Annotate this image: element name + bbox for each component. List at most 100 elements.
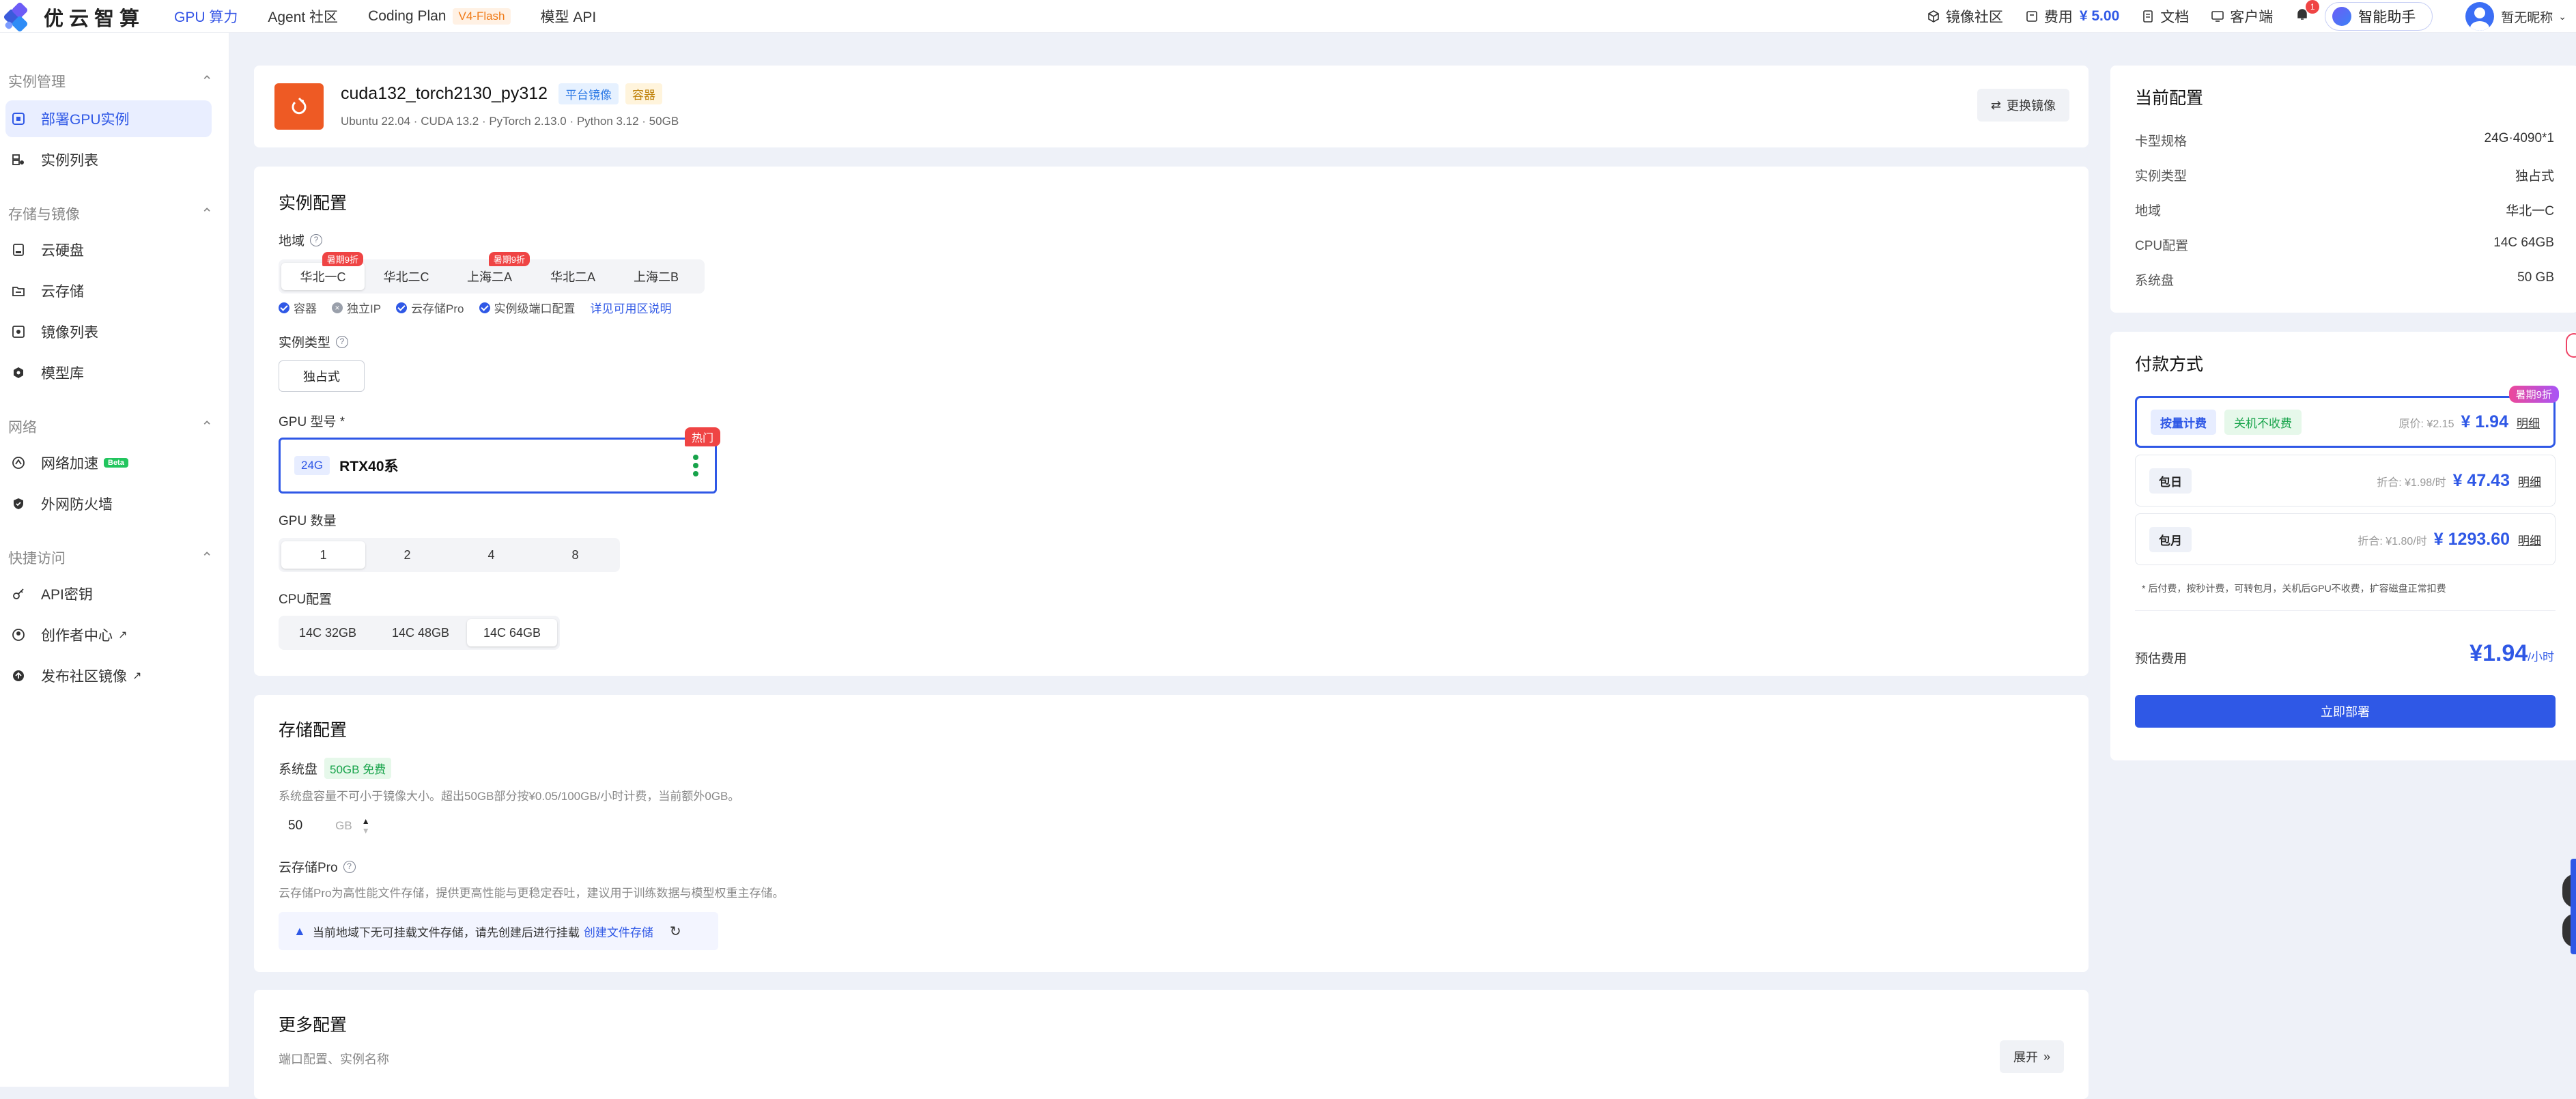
docs-link[interactable]: 文档 — [2141, 6, 2189, 27]
feature-storage-pro: 云存储Pro — [396, 299, 464, 316]
help-icon: ? — [343, 860, 356, 873]
ai-assistant-button[interactable]: 智能助手 — [2325, 2, 2433, 31]
cpu-option[interactable]: 14C 48GB — [374, 619, 467, 646]
client-link[interactable]: 客户端 — [2211, 6, 2273, 27]
pay-option-daily[interactable]: 包日 折合: ¥1.98/时 ¥ 47.43 明细 — [2135, 455, 2556, 506]
gpu-count-option[interactable]: 1 — [281, 541, 365, 569]
cpu-config-label: CPU配置 — [279, 593, 332, 607]
cross-icon: × — [332, 302, 343, 313]
sidebar-item-model-library[interactable]: 模型库 — [5, 354, 212, 391]
region-option[interactable]: 华北一C 暑期9折 — [281, 252, 365, 290]
feedback-float-icon[interactable] — [2566, 333, 2576, 358]
monitor-icon — [2211, 11, 2224, 22]
notification-count: 1 — [2306, 0, 2320, 14]
gpu-count-option[interactable]: 4 — [449, 541, 533, 569]
change-image-button[interactable]: ⇄ 更换镜像 — [1977, 89, 2069, 122]
deploy-button[interactable]: 立即部署 — [2135, 695, 2556, 728]
folder-icon — [11, 283, 26, 298]
sidebar-group-instances[interactable]: 实例管理 ⌃ — [8, 71, 213, 91]
chevron-up-icon: ⌃ — [201, 550, 213, 566]
chevron-up-icon: ⌃ — [201, 73, 213, 89]
gpu-count-selector: 1 2 4 8 — [279, 538, 620, 572]
pay-option-monthly[interactable]: 包月 折合: ¥1.80/时 ¥ 1293.60 明细 — [2135, 513, 2556, 565]
sidebar-group-network[interactable]: 网络 ⌃ — [8, 416, 213, 437]
pay-option-hourly[interactable]: 按量计费 关机不收费 原价: ¥2.15 ¥ 1.94 明细 暑期9折 — [2135, 386, 2559, 448]
gpu-count-label: GPU 数量 — [279, 514, 337, 528]
gpu-count-option[interactable]: 8 — [533, 541, 617, 569]
sidebar-item-network-accel[interactable]: 网络加速 Beta — [5, 444, 212, 481]
region-option[interactable]: 华北二A — [531, 263, 614, 290]
create-storage-link[interactable]: 创建文件存储 — [584, 923, 653, 940]
region-option[interactable]: 上海二A 暑期9折 — [448, 252, 531, 290]
nav-model-api[interactable]: 模型 API — [541, 0, 597, 33]
external-link-icon: ↗ — [132, 670, 142, 682]
user-menu[interactable]: 暂无昵称 ⌄ — [2465, 2, 2566, 31]
payment-title: 付款方式 — [2135, 355, 2204, 374]
fee-link[interactable]: 费用 ¥ 5.00 — [2025, 6, 2119, 27]
more-config-subtitle: 端口配置、实例名称 — [279, 1053, 389, 1066]
sidebar-item-firewall[interactable]: 外网防火墙 — [5, 485, 212, 522]
image-meta: Ubuntu 22.04 · CUDA 13.2 · PyTorch 2.13.… — [341, 115, 679, 128]
system-disk-input[interactable]: 50 GB ▲ ▼ — [279, 811, 381, 841]
more-config-card: 更多配置 端口配置、实例名称 展开» — [254, 990, 2089, 1099]
sidebar-item-creator-center[interactable]: 创作者中心 ↗ — [5, 616, 212, 653]
feature-port: 实例级端口配置 — [479, 299, 576, 316]
region-features: 容器 × 独立IP 云存储Pro 实例级端口配置 详见可用区说明 — [279, 299, 672, 316]
estimate-value: ¥1.94 /小时 — [2469, 640, 2554, 666]
region-selector: 华北一C 暑期9折 华北二C 上海二A 暑期9折 华北二A 上海二B — [279, 252, 705, 294]
feature-container: 容器 — [279, 299, 317, 316]
list-icon — [11, 152, 26, 167]
mirror-community-link[interactable]: 镜像社区 — [1927, 6, 2003, 27]
nav-gpu[interactable]: GPU 算力 — [174, 0, 238, 33]
deploy-icon — [11, 111, 26, 126]
image-tag-platform: 平台镜像 — [558, 83, 619, 104]
sidebar-item-cloud-storage[interactable]: 云存储 — [5, 272, 212, 309]
side-float-tab[interactable] — [2571, 859, 2576, 954]
notification-bell[interactable]: 1 — [2295, 0, 2320, 26]
sidebar-item-instance-list[interactable]: 实例列表 — [5, 141, 212, 178]
logo[interactable]: 优云智算 — [3, 1, 145, 33]
region-info-link[interactable]: 详见可用区说明 — [591, 299, 672, 316]
free-badge: 50GB 免费 — [324, 758, 392, 779]
shield-icon — [11, 496, 26, 511]
refresh-icon[interactable]: ↻ — [670, 923, 681, 940]
cpu-option[interactable]: 14C 64GB — [467, 619, 557, 646]
region-option[interactable]: 华北二C — [365, 263, 448, 290]
disk-icon — [11, 242, 26, 257]
sidebar-group-storage[interactable]: 存储与镜像 ⌃ — [8, 203, 213, 224]
cpu-option[interactable]: 14C 32GB — [281, 619, 374, 646]
hot-badge: 热门 — [684, 427, 720, 446]
wallet-icon — [2026, 11, 2037, 22]
sidebar-item-api-key[interactable]: API密钥 — [5, 575, 212, 612]
logo-text: 优云智算 — [44, 8, 145, 30]
coding-plan-badge: V4-Flash — [453, 8, 511, 25]
sidebar-item-publish-image[interactable]: 发布社区镜像 ↗ — [5, 657, 212, 694]
config-row: 系统盘 50 GB — [2135, 270, 2554, 288]
gpu-count-option[interactable]: 2 — [365, 541, 449, 569]
stepper[interactable]: ▲ ▼ — [362, 816, 370, 836]
check-icon — [279, 302, 289, 313]
detail-link[interactable]: 明细 — [2518, 531, 2541, 548]
accelerate-icon — [11, 455, 26, 470]
check-icon — [479, 302, 490, 313]
region-option[interactable]: 上海二B — [614, 263, 698, 290]
sidebar-item-cloud-disk[interactable]: 云硬盘 — [5, 231, 212, 268]
sidebar-item-deploy-gpu[interactable]: 部署GPU实例 — [5, 100, 212, 137]
estimate-label: 预估费用 — [2135, 652, 2188, 666]
sidebar-item-image-list[interactable]: 镜像列表 — [5, 313, 212, 350]
gpu-model-card[interactable]: 24G RTX40系 热门 — [279, 427, 720, 494]
detail-link[interactable]: 明细 — [2517, 414, 2540, 431]
expand-button[interactable]: 展开» — [1999, 1040, 2064, 1073]
sidebar-group-quick[interactable]: 快捷访问 ⌃ — [8, 547, 213, 568]
storage-config-title: 存储配置 — [279, 721, 348, 740]
instance-type-option[interactable]: 独占式 — [279, 360, 365, 392]
help-icon: ? — [336, 335, 349, 348]
config-row: 实例类型 独占式 — [2135, 169, 2554, 184]
detail-link[interactable]: 明细 — [2518, 472, 2541, 489]
stepper-down-icon: ▼ — [361, 826, 370, 836]
nav-agent[interactable]: Agent 社区 — [268, 0, 338, 33]
nav-coding-plan[interactable]: Coding Plan V4-Flash — [368, 0, 511, 33]
config-row: CPU配置 14C 64GB — [2135, 235, 2554, 253]
fee-value: ¥ 5.00 — [2079, 8, 2120, 24]
region-label: 地域? — [279, 231, 323, 249]
